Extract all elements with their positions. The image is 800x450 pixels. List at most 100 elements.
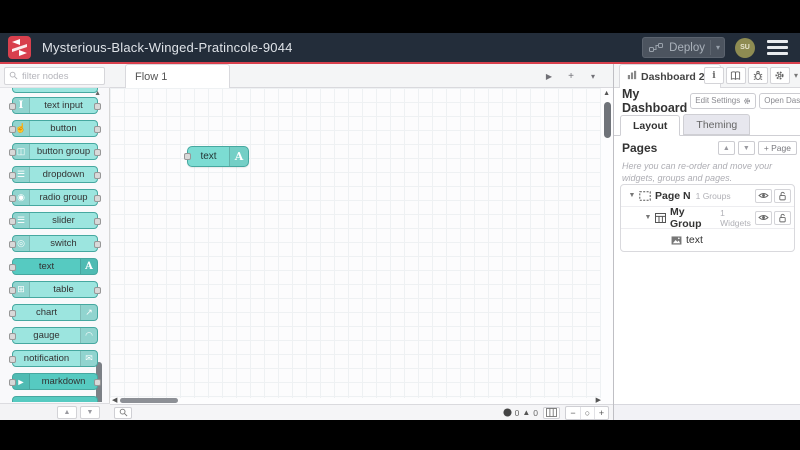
palette-node-dropdown[interactable]: ☰ dropdown [9,166,101,183]
flowfuse-logo-icon [8,36,31,59]
visibility-eye-icon[interactable] [755,188,772,203]
canvas-node-text[interactable]: text A [184,146,249,167]
palette-node-notification[interactable]: notification ✉ [9,350,98,367]
move-up-button[interactable]: ▲ [717,141,735,155]
palette-node-slider[interactable]: ☰ slider [9,212,101,229]
edit-settings-label: Edit Settings [695,96,741,105]
canvas-horizontal-scrollbar[interactable] [120,398,178,403]
edit-settings-button[interactable]: Edit Settings [690,92,757,109]
canvas-scroll-right-icon[interactable]: ▶ [596,396,601,404]
node-output-port [94,149,101,156]
palette-node-list: ▲ ▼ Itext input☝button◫button group☰drop… [0,88,110,402]
canvas-scroll-left-icon[interactable]: ◀ [112,396,117,404]
deploy-button[interactable]: Deploy ▾ [642,37,725,58]
node-input-port [9,241,16,248]
debug-tab-icon[interactable] [747,67,768,84]
palette-node-label: gauge [33,330,60,341]
node-input-port[interactable] [184,153,191,160]
warning-count-icon[interactable]: ▲ [522,408,530,417]
palette-node-label: text input [44,100,83,111]
sidebar-tabbar: Dashboard 2.0 i ▾ [614,64,800,88]
canvas-node-label: text [200,151,217,162]
node-input-port [9,172,16,179]
visibility-eye-icon[interactable] [755,210,772,225]
config-nodes-tab-icon[interactable] [769,67,790,84]
sidebar-footer [614,404,800,420]
sidebar-caret-icon[interactable]: ▾ [794,71,798,80]
sidebar-tab-label: Dashboard 2.0 [641,70,714,83]
flow-canvas[interactable]: text A [110,88,601,398]
tab-flow-1[interactable]: Flow 1 [125,64,230,88]
node-input-port [9,149,16,156]
palette-node-table[interactable]: ⊞ table [9,281,101,298]
zoom-out-button[interactable]: − [566,407,580,419]
add-flow-button[interactable]: + [561,66,581,86]
palette-node-button[interactable]: ☝ button [9,120,101,137]
node-output-port [94,195,101,202]
palette-node-switch[interactable]: ◎ switch [9,235,101,252]
chevron-down-icon[interactable]: ▼ [627,192,637,199]
zoom-in-button[interactable]: + [594,406,608,419]
tree-row-page-n[interactable]: ▼ Page N 1 Groups [621,185,794,207]
palette-node-markdown[interactable]: ► markdown [9,373,101,390]
deploy-caret-icon[interactable]: ▾ [716,43,720,52]
open-dashboard-button[interactable]: Open Dashboard [759,92,800,109]
pages-heading: Pages [622,141,658,155]
palette-node-text-input[interactable]: Itext input [9,97,101,114]
error-count: 0 [514,407,520,418]
palette-node-button-group[interactable]: ◫ button group [9,143,101,160]
palette-node-chart[interactable]: chart ↗ [9,304,98,321]
node-output-port [94,287,101,294]
tab-theming[interactable]: Theming [683,114,751,135]
palette-node-gauge[interactable]: gauge ◠ [9,327,98,344]
palette-filter-input[interactable] [22,70,98,82]
palette-node-label: button [50,123,77,134]
palette-node-text[interactable]: text A [9,258,98,275]
palette-node-label: notification [23,353,70,364]
run-flows-icon[interactable]: ▶ [539,66,559,86]
palette-node-label: dropdown [42,169,85,180]
palette-filter-bar [0,64,110,88]
tree-row-meta: 1 Groups [695,190,731,201]
palette-node-radio-group[interactable]: ◉ radio group [9,189,101,206]
node-output-port [94,218,101,225]
flow-tabbar: Flow 1 ▶ + ▾ [110,64,613,88]
node-output-port [94,103,101,110]
lock-icon[interactable] [774,188,791,203]
palette-node-label: markdown [41,376,86,387]
palette-collapse-all-button[interactable]: ▲ [57,406,77,419]
font-icon: A [80,259,97,274]
lock-icon[interactable] [774,210,791,225]
workspace-search-button[interactable] [114,406,132,419]
canvas-scroll-up-icon[interactable]: ▲ [603,90,610,97]
tree-row-meta: 1 Widgets [720,207,751,228]
minimap-toggle-button[interactable] [543,406,560,419]
chevron-down-icon[interactable]: ▼ [643,214,653,221]
workspace-footer: 0 ▲ 0 − ○ + [110,404,613,420]
palette-node-partial-top[interactable] [12,88,98,93]
main-menu-icon[interactable] [765,38,790,57]
move-down-button[interactable]: ▼ [737,141,755,155]
screen: Mysterious-Black-Winged-Pratincole-9044 … [0,0,800,450]
flow-list-caret-icon[interactable]: ▾ [583,66,603,86]
palette-node-partial-bottom[interactable] [12,396,98,402]
node-output-port [94,379,101,386]
info-tab-icon[interactable]: i [703,67,724,84]
user-avatar[interactable]: SU [735,37,755,58]
node-input-port [9,195,16,202]
tab-layout[interactable]: Layout [620,115,681,136]
add-page-button[interactable]: + Page [757,141,797,155]
node-input-port [9,310,16,317]
tree-row-text[interactable]: text [621,229,794,251]
tree-row-my-group[interactable]: ▼ My Group 1 Widgets [621,206,794,230]
palette-node-label: chart [35,307,58,318]
palette-expand-all-button[interactable]: ▼ [80,406,100,419]
palette-node-label: table [53,284,74,295]
error-count-icon[interactable] [503,408,512,417]
zoom-reset-button[interactable]: ○ [580,406,594,419]
palette-filter[interactable] [4,67,105,85]
node-input-port [9,379,16,386]
canvas-vertical-scrollbar[interactable] [604,102,611,138]
help-tab-icon[interactable] [725,67,746,84]
layout-theming-tabs: Layout Theming [614,113,800,136]
